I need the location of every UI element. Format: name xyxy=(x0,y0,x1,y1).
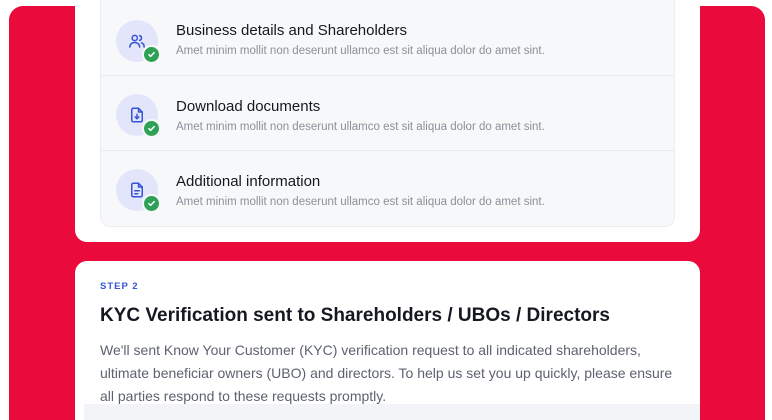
document-text-icon xyxy=(116,169,161,213)
download-document-icon xyxy=(116,94,161,138)
check-complete-icon xyxy=(142,194,161,213)
checklist-item-title: Additional information xyxy=(176,173,321,190)
checklist-item-download-documents[interactable]: Download documents Amet minim mollit non… xyxy=(101,75,674,151)
checklist-item-description: Amet minim mollit non deserunt ullamco e… xyxy=(176,45,545,57)
step-label: STEP 2 xyxy=(100,281,139,292)
users-icon xyxy=(116,20,161,64)
checklist-item-title: Business details and Shareholders xyxy=(176,22,407,39)
checklist: Business details and Shareholders Amet m… xyxy=(100,0,675,227)
step-2-card: STEP 2 KYC Verification sent to Sharehol… xyxy=(75,261,700,420)
step-description: We'll sent Know Your Customer (KYC) veri… xyxy=(100,342,673,404)
bottom-divider xyxy=(84,404,700,420)
checklist-item-additional-information[interactable]: Additional information Amet minim mollit… xyxy=(101,150,674,226)
checklist-item-description: Amet minim mollit non deserunt ullamco e… xyxy=(176,196,545,208)
checklist-item-title: Download documents xyxy=(176,98,321,115)
check-complete-icon xyxy=(142,45,161,64)
check-complete-icon xyxy=(142,119,161,138)
checklist-item-business-details[interactable]: Business details and Shareholders Amet m… xyxy=(101,0,674,75)
checklist-item-description: Amet minim mollit non deserunt ullamco e… xyxy=(176,121,545,133)
step-title: KYC Verification sent to Shareholders / … xyxy=(100,305,610,326)
